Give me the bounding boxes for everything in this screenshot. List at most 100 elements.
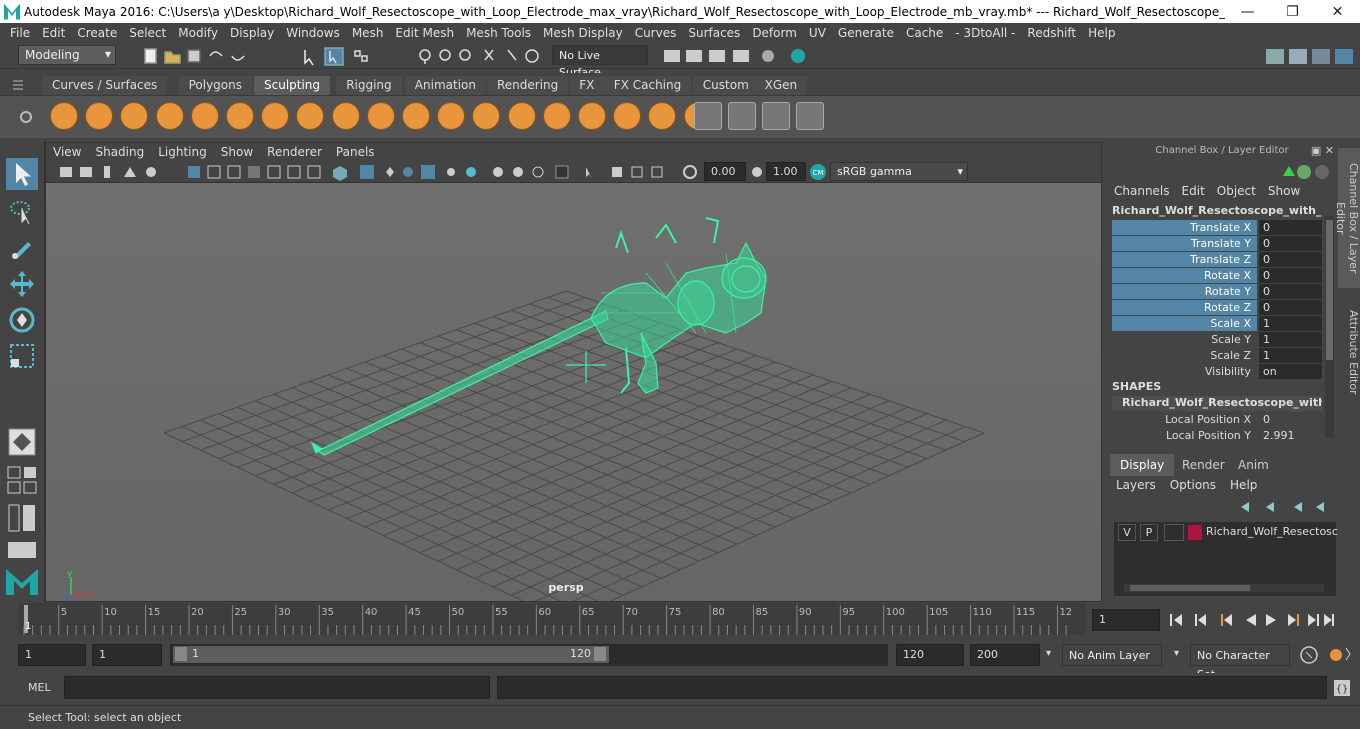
channel-value[interactable]: 2.991 — [1259, 428, 1322, 443]
menu-cache[interactable]: Cache — [900, 26, 949, 40]
menu-windows[interactable]: Windows — [280, 26, 346, 40]
maximize-button[interactable]: ❐ — [1270, 4, 1315, 20]
shape-channel-local-position-x[interactable]: Local Position X 0 — [1112, 412, 1322, 428]
channel-scrollbar[interactable] — [1325, 216, 1334, 438]
viewport-menu-renderer[interactable]: Renderer — [260, 145, 329, 159]
character-set-dropdown[interactable]: No Character Set — [1190, 644, 1290, 681]
menu-edit-mesh[interactable]: Edit Mesh — [389, 26, 460, 40]
viewport-tool-icons[interactable] — [56, 163, 716, 181]
gear-icon[interactable] — [18, 109, 34, 125]
channel-box-toggles[interactable] — [1278, 162, 1330, 182]
sculpt-brush-icon[interactable] — [50, 102, 78, 130]
tab-attribute-editor[interactable]: Attribute Editor — [1338, 302, 1360, 402]
exposure-field[interactable]: 0.00 — [704, 162, 746, 181]
menu-curves[interactable]: Curves — [629, 26, 683, 40]
layer-hscrollbar[interactable] — [1124, 584, 1324, 592]
channel-value[interactable]: 0 — [1259, 220, 1322, 235]
layout-presets-icon[interactable] — [6, 464, 38, 496]
shelf-tab-fx[interactable]: FX — [569, 76, 605, 95]
time-slider-track[interactable]: 1 5 10 15 20 25 30 35 40 45 50 55 60 65 70 75 80 85 90 95 1… — [18, 603, 1086, 635]
layer-tab-display[interactable]: Display — [1110, 454, 1175, 476]
range-bar[interactable]: 1 120 — [170, 644, 888, 666]
channel-menu-edit[interactable]: Edit — [1182, 184, 1217, 198]
3d-scene[interactable]: y x z persp — [46, 183, 1101, 601]
layer-view-icon[interactable] — [796, 102, 824, 130]
move-tool-icon[interactable] — [6, 268, 38, 300]
viewport-panel[interactable]: View Shading Lighting Show Renderer Panels 0.… — [45, 142, 1102, 602]
layer-tab-anim[interactable]: Anim — [1228, 454, 1279, 476]
channel-value[interactable]: 1 — [1259, 332, 1322, 347]
anim-start-field[interactable]: 1 — [92, 644, 162, 666]
layer-tab-render[interactable]: Render — [1172, 454, 1235, 476]
shelf-tab-curves-surfaces[interactable]: Curves / Surfaces — [42, 76, 168, 95]
layer-menu-options[interactable]: Options — [1170, 478, 1230, 492]
channel-scale-x[interactable]: Scale X1 — [1112, 316, 1322, 332]
menu-mesh[interactable]: Mesh — [346, 26, 390, 40]
channel-rotate-y[interactable]: Rotate Y0 — [1112, 284, 1322, 300]
menu-help[interactable]: Help — [1082, 26, 1121, 40]
channel-menu-object[interactable]: Object — [1217, 184, 1268, 198]
mel-input[interactable] — [64, 676, 490, 699]
color-management-icon[interactable]: CM — [808, 162, 828, 182]
statusline-icons[interactable] — [140, 46, 540, 66]
select-tool-icon[interactable] — [6, 158, 38, 190]
shelf-tab-polygons[interactable]: Polygons — [178, 76, 252, 95]
channel-translate-z[interactable]: Translate Z0 — [1112, 252, 1322, 268]
wax-brush-icon[interactable] — [402, 102, 430, 130]
menu-mesh-display[interactable]: Mesh Display — [537, 26, 629, 40]
layer-playback-toggle[interactable]: P — [1140, 524, 1158, 541]
freeze-brush-icon[interactable] — [648, 102, 677, 130]
channel-menu-show[interactable]: Show — [1268, 184, 1312, 198]
menu-create[interactable]: Create — [71, 26, 123, 40]
rotate-tool-icon[interactable] — [6, 304, 38, 336]
layout-toggle-icon[interactable] — [6, 540, 38, 560]
workspace-icons[interactable] — [1262, 46, 1358, 66]
mel-label[interactable]: MEL — [28, 681, 51, 694]
smear-brush-icon[interactable] — [542, 102, 571, 130]
channel-rotate-z[interactable]: Rotate Z0 — [1112, 300, 1322, 316]
channel-value[interactable]: 1 — [1259, 348, 1322, 363]
layer-visibility-toggle[interactable]: V — [1118, 524, 1136, 541]
channel-rotate-x[interactable]: Rotate X0 — [1112, 268, 1322, 284]
channel-value[interactable]: on — [1259, 364, 1322, 379]
layer-menu-layers[interactable]: Layers — [1116, 478, 1170, 492]
repeat-brush-icon[interactable] — [331, 102, 360, 130]
smooth-brush-icon[interactable] — [85, 102, 114, 130]
anim-layer-dropdown[interactable]: No Anim Layer — [1062, 644, 1162, 666]
viewport-menu-panels[interactable]: Panels — [329, 145, 382, 159]
range-end-handle[interactable] — [594, 647, 606, 661]
layer-type-toggle[interactable] — [1164, 524, 1184, 541]
shelf-tab-rigging[interactable]: Rigging — [336, 76, 402, 95]
mask-icon[interactable] — [694, 102, 722, 130]
foamy-brush-icon[interactable] — [261, 102, 290, 130]
shelf-tab-custom[interactable]: Custom — [692, 76, 759, 95]
layer-action-icons[interactable] — [1236, 498, 1336, 516]
gamma-field[interactable]: 1.00 — [766, 162, 806, 181]
menu-deform[interactable]: Deform — [746, 26, 803, 40]
scale-tool-icon[interactable] — [6, 340, 38, 372]
layer-color-swatch[interactable] — [1188, 525, 1202, 540]
live-surface-field[interactable]: No Live Surface — [552, 45, 648, 79]
single-pane-icon[interactable] — [6, 426, 38, 458]
outliner-layout-icon[interactable] — [6, 502, 38, 534]
channel-translate-y[interactable]: Translate Y0 — [1112, 236, 1322, 252]
mode-dropdown[interactable]: Modeling ▾ — [18, 45, 116, 65]
menu-display[interactable]: Display — [224, 26, 280, 40]
relax-brush-icon[interactable] — [120, 102, 149, 130]
channel-value[interactable]: 0 — [1259, 268, 1322, 283]
menu-uv[interactable]: UV — [803, 26, 832, 40]
shelf-tab-rendering[interactable]: Rendering — [487, 76, 569, 95]
viewport-menu-show[interactable]: Show — [214, 145, 260, 159]
channel-value[interactable]: 0 — [1259, 252, 1322, 267]
channel-value[interactable]: 0 — [1259, 412, 1322, 427]
anim-end-field[interactable]: 200 — [970, 644, 1040, 666]
channel-value[interactable]: 0 — [1259, 284, 1322, 299]
shelf-tab-sculpting[interactable]: Sculpting — [254, 76, 331, 95]
tab-channel-box[interactable]: Channel Box / Layer Editor — [1334, 148, 1360, 288]
flatten-brush-icon[interactable] — [226, 102, 254, 130]
end-time-field[interactable]: 120 — [896, 644, 964, 666]
menu-mesh-tools[interactable]: Mesh Tools — [460, 26, 537, 40]
spray-brush-icon[interactable] — [296, 102, 325, 130]
shelf-tab-animation[interactable]: Animation — [404, 76, 486, 95]
color-space-dropdown[interactable]: sRGB gamma ▾ — [830, 162, 968, 181]
